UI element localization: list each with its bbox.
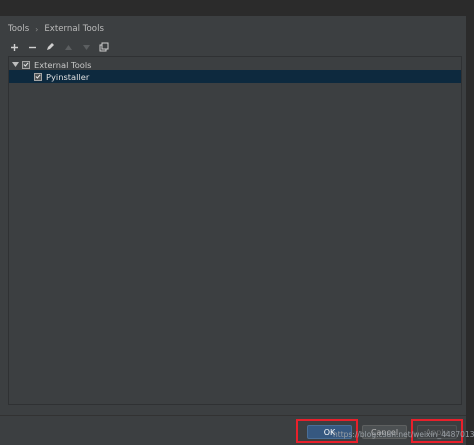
settings-dialog: Tools › External Tools External Tools Py…: [0, 0, 474, 445]
item-label: Pyinstaller: [46, 71, 90, 82]
tree-item-pyinstaller[interactable]: Pyinstaller: [9, 70, 461, 83]
title-bar: [0, 0, 474, 16]
edit-icon[interactable]: [44, 41, 56, 53]
item-checkbox[interactable]: [34, 72, 42, 81]
copy-icon[interactable]: [98, 41, 110, 53]
add-icon[interactable]: [8, 41, 20, 53]
breadcrumb-external-tools: External Tools: [44, 24, 104, 34]
move-down-icon[interactable]: [80, 41, 92, 53]
breadcrumb-separator: ›: [35, 24, 39, 34]
breadcrumb-tools[interactable]: Tools: [8, 24, 29, 34]
group-label: External Tools: [34, 59, 92, 70]
expand-arrow-icon[interactable]: [11, 61, 19, 69]
move-up-icon[interactable]: [62, 41, 74, 53]
tools-toolbar: [8, 40, 110, 54]
window-edge: [466, 0, 474, 445]
group-checkbox[interactable]: [22, 60, 30, 69]
remove-icon[interactable]: [26, 41, 38, 53]
breadcrumb: Tools › External Tools: [8, 22, 104, 36]
external-tools-tree[interactable]: External Tools Pyinstaller: [8, 56, 462, 405]
watermark-text: https://blog.csdn.net/weixin_44870139: [333, 430, 474, 439]
